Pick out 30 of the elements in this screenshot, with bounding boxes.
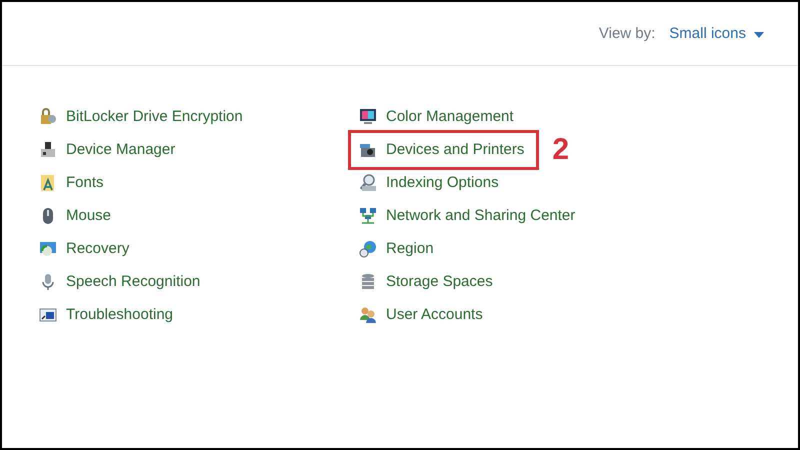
users-icon — [359, 306, 377, 324]
control-panel-link[interactable]: Network and Sharing Center — [359, 204, 576, 228]
caret-icon — [754, 32, 764, 38]
control-panel-link[interactable]: Devices and Printers — [357, 138, 530, 162]
network-icon — [359, 207, 377, 225]
control-panel-link[interactable]: Fonts — [39, 172, 104, 194]
monitor-icon — [359, 108, 377, 126]
view-by-label: View by: — [598, 24, 656, 44]
control-panel-link[interactable]: BitLocker Drive Encryption — [39, 106, 243, 128]
monitor-icon — [39, 306, 57, 324]
magnifier-icon — [359, 174, 377, 192]
control-panel-link[interactable]: User Accounts — [359, 304, 483, 326]
control-panel-link[interactable]: Indexing Options — [359, 172, 499, 194]
font-icon — [39, 174, 57, 192]
step-number: 2 — [552, 135, 570, 165]
view-dropdown[interactable]: Small icons — [669, 23, 764, 46]
device-icon — [39, 141, 57, 159]
control-panel-link[interactable]: Region — [359, 238, 434, 260]
padlock-icon — [39, 108, 57, 126]
clock-icon — [39, 240, 57, 258]
control-panel-link[interactable]: Device Manager — [39, 138, 176, 162]
storage-icon — [359, 273, 377, 291]
control-panel-link[interactable]: Color Management — [359, 106, 514, 128]
printer-icon — [359, 141, 377, 159]
control-panel-link[interactable]: Recovery — [39, 238, 130, 260]
control-panel-link[interactable]: Storage Spaces — [359, 270, 493, 294]
control-panel-link[interactable]: Mouse — [39, 204, 112, 228]
control-panel-link[interactable]: Speech Recognition — [39, 270, 200, 294]
globe-icon — [359, 240, 377, 258]
control-panel-link[interactable]: Troubleshooting — [39, 304, 174, 326]
